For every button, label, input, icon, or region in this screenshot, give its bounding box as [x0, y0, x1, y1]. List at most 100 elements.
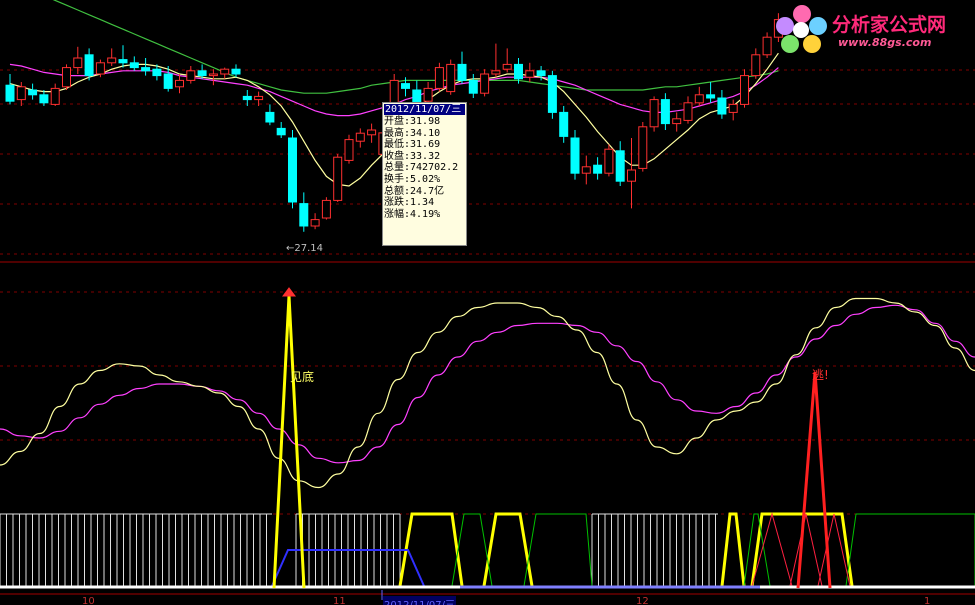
low-price-label: ←27.14	[286, 243, 324, 254]
candle-body	[231, 68, 241, 75]
candle-body	[197, 70, 207, 77]
candle-body	[683, 102, 693, 121]
zhuli-plateau	[523, 513, 593, 587]
jiandi-arrow-icon	[282, 287, 296, 297]
candle-body	[660, 99, 670, 125]
series-jin-line	[0, 297, 975, 489]
candle-body	[242, 95, 252, 101]
candle-body	[288, 137, 297, 203]
candle-body	[434, 67, 444, 89]
candle-body	[694, 94, 704, 104]
indicator-legend: 见底: 0.00 狙击: 0.00 逃命: 0.00 金: 2.85 明阳: 3…	[0, 264, 975, 280]
tooltip-turnover: 换手:5.02%	[384, 173, 441, 185]
tooltip-amount: 总额:24.7亿	[384, 185, 445, 197]
candle-body	[547, 75, 557, 113]
candle-body	[129, 62, 139, 69]
candle-body	[502, 63, 512, 70]
candle-body	[175, 79, 184, 88]
candle-body	[751, 54, 761, 77]
candle-body	[186, 70, 196, 81]
x-tick-oct: 10	[82, 596, 95, 605]
candle-body	[706, 94, 716, 99]
price-tooltip: 2012/11/07/三 开盘:31.98 最高:34.10 最低:31.69 …	[382, 102, 467, 246]
candle-body	[559, 111, 569, 137]
candle-body	[525, 70, 535, 78]
x-tick-dec: 12	[636, 596, 649, 605]
legend-jiandi: 见底: 0.00	[4, 266, 58, 279]
candle-body	[514, 63, 523, 80]
candle-body	[762, 36, 772, 56]
legend-mingyang: 明阳: 3.46	[278, 266, 332, 279]
legend-taoming: 逃命: 0.00	[168, 266, 222, 279]
x-tick-jan: 1	[924, 596, 931, 605]
jiandi-spike	[272, 295, 306, 589]
legend-youzhuang: 有庄控盘: 0.00	[503, 266, 579, 279]
x-tick-nov: 11	[333, 596, 346, 605]
candle-body	[141, 67, 151, 72]
candle-body	[152, 68, 162, 77]
candle-body	[208, 73, 218, 77]
candle-body	[321, 199, 331, 219]
candle-body	[254, 95, 264, 101]
brand-name: 分析家公式网	[832, 14, 947, 36]
candle-body	[333, 156, 343, 201]
tooltip-volume: 总量:742702.2	[384, 162, 459, 174]
candle-body	[457, 63, 467, 81]
legend-juji: 狙击: 0.00	[110, 266, 164, 279]
candle-body	[423, 87, 433, 102]
candle-body	[355, 132, 365, 142]
candle-body	[163, 73, 173, 89]
candle-body	[604, 148, 614, 174]
tooltip-low: 最低:31.69	[384, 139, 441, 151]
tooltip-open: 开盘:31.98	[384, 116, 441, 127]
zhuli-plateau	[845, 513, 975, 587]
candle-body	[581, 166, 591, 174]
taoming-signal-label: 逃!	[812, 368, 829, 382]
candle-body	[615, 150, 625, 182]
candle-body	[16, 86, 26, 101]
jiandi-signal-label: 见底	[290, 370, 315, 384]
candle-body	[536, 70, 546, 77]
candle-body	[310, 219, 320, 227]
taoming-minor	[789, 513, 823, 587]
candle-body	[468, 79, 478, 94]
chart-svg	[0, 0, 975, 600]
candle-body	[107, 57, 117, 64]
legend-jigou: 机构介入: 0.00	[338, 266, 414, 279]
candle-body	[570, 137, 580, 174]
candle-body	[367, 129, 377, 136]
candle-body	[73, 57, 83, 69]
candle-body	[84, 54, 94, 77]
jin-plateau	[482, 512, 534, 587]
candle-body	[5, 84, 15, 102]
brand-logo: 分析家公式网 www.88gs.com	[776, 4, 975, 54]
candle-body	[638, 126, 648, 169]
candle-body	[728, 103, 738, 113]
jin-plateau	[398, 512, 464, 587]
candle-body	[344, 139, 354, 161]
candle-body	[412, 89, 422, 104]
candle-body	[627, 169, 636, 182]
candle-body	[446, 63, 456, 93]
legend-gaodu: 高度控盘: 0.00	[671, 266, 747, 279]
jin-plateau	[720, 512, 746, 587]
candle-body	[50, 87, 60, 105]
candle-body	[672, 118, 682, 125]
tooltip-close: 收盘:33.32	[384, 150, 441, 162]
candle-body	[649, 99, 659, 128]
flower-icon	[776, 5, 827, 53]
candle-body	[480, 73, 490, 94]
candle-body	[299, 203, 309, 227]
candle-body	[740, 75, 749, 105]
legend-jin: 金: 2.85	[232, 266, 275, 279]
candle-body	[220, 68, 230, 75]
candle-body	[39, 94, 49, 104]
candle-body	[118, 59, 128, 64]
tooltip-change: 涨跌:1.34	[384, 197, 435, 209]
chart-stage: 分析家公式网 www.88gs.com 2012/11/07/三 开盘:31.9…	[0, 0, 975, 605]
series-mingyang-line	[0, 304, 975, 464]
tooltip-high: 最高:34.10	[384, 127, 441, 139]
candle-body	[95, 62, 105, 75]
brand-url: www.88gs.com	[838, 36, 932, 49]
candle-body	[593, 164, 603, 174]
